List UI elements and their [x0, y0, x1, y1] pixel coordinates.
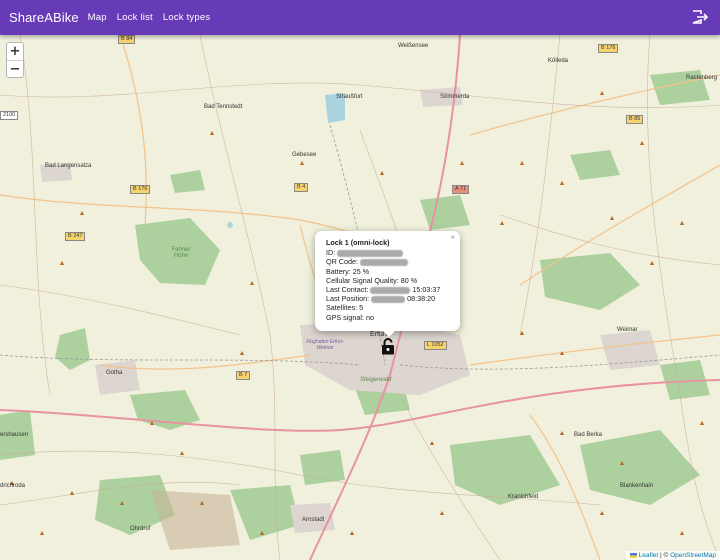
nav-lock-types[interactable]: Lock types — [163, 12, 210, 23]
popup-tip — [382, 330, 396, 337]
leaflet-flag-icon — [629, 552, 637, 558]
popup-signal: Cellular Signal Quality: 80 % — [326, 275, 418, 285]
popup-last-contact: Last Contact: 15:03:37 — [326, 285, 449, 294]
popup-qr-row: QR Code: — [326, 257, 449, 266]
redacted-date — [371, 295, 406, 303]
place-label: Bad Langensalza — [45, 163, 92, 169]
place-label: Kranichfeld — [508, 494, 539, 500]
nav-map[interactable]: Map — [88, 12, 107, 23]
redacted-date — [370, 286, 411, 294]
lock-open-icon[interactable] — [381, 338, 395, 355]
road-badge: B 176 — [130, 185, 151, 194]
osm-link[interactable]: OpenStreetMap — [670, 552, 716, 559]
place-label: Blankenhain — [620, 483, 654, 489]
last-position-label: Last Position: — [326, 294, 370, 304]
place-label: Gebesee — [292, 152, 317, 158]
road-badge: A 71 — [452, 185, 470, 194]
map-attribution: Leaflet | © OpenStreetMap — [625, 551, 720, 560]
zoom-out-button[interactable]: − — [7, 60, 23, 77]
place-label: Arnstadt — [302, 517, 325, 523]
road-badge: B 176 — [598, 44, 619, 53]
popup-battery: Battery: 25 % — [326, 266, 370, 276]
road-badge: L 1052 — [424, 341, 447, 350]
road-badge: B 7 — [236, 371, 251, 380]
zoom-in-button[interactable]: + — [7, 43, 23, 60]
nav-lock-list[interactable]: Lock list — [117, 12, 153, 23]
brand-title[interactable]: ShareABike — [9, 10, 79, 25]
place-label: Gotha — [106, 370, 123, 376]
app-bar: ShareABike Map Lock list Lock types — [0, 0, 720, 35]
popup-title: Lock 1 (omni-lock) — [326, 238, 390, 247]
place-label: Ohrdruf — [130, 526, 151, 532]
place-label: Bad Berka — [574, 432, 603, 438]
place-label: Sömmerda — [440, 94, 470, 100]
zoom-control: + − — [6, 42, 24, 78]
road-badge: B 4 — [294, 183, 309, 192]
last-contact-label: Last Contact: — [326, 285, 369, 295]
road-badge: B 84 — [118, 35, 136, 44]
popup-last-position: Last Position: 08:38:20 — [326, 294, 449, 303]
main-nav: Map Lock list Lock types — [88, 12, 221, 23]
place-label: Flughafen Erfurt-Weimar — [306, 339, 344, 351]
road-badge: 2100 — [0, 111, 19, 120]
road-badge: B 247 — [65, 232, 86, 241]
qr-label: QR Code: — [326, 257, 358, 267]
place-label: ershausen — [0, 432, 29, 438]
popup-satellites: Satellites: 5 — [326, 303, 364, 313]
logout-icon[interactable] — [692, 10, 708, 24]
leaflet-link[interactable]: Leaflet — [639, 552, 659, 559]
place-label: Kölleda — [548, 58, 569, 64]
place-label: Weißensee — [398, 43, 429, 49]
popup-id-row: ID: — [326, 248, 449, 257]
redacted-qr — [359, 259, 408, 266]
last-position-time: 08:38:20 — [407, 294, 436, 304]
lock-popup: × Lock 1 (omni-lock) ID: QR Code: Batter… — [315, 231, 460, 331]
popup-gps: GPS signal: no — [326, 312, 374, 322]
place-label: Straußfurt — [336, 94, 363, 100]
redacted-id — [337, 249, 404, 257]
place-label: Steigerwald — [360, 377, 392, 383]
place-label: drichroda — [0, 483, 26, 489]
id-label: ID: — [326, 248, 336, 258]
popup-close-button[interactable]: × — [450, 233, 455, 242]
place-label: Bad Tennstedt — [204, 104, 243, 110]
place-label: Weimar — [617, 327, 638, 333]
last-contact-time: 15:03:37 — [412, 285, 441, 295]
place-label: Rastenberg — [686, 75, 718, 81]
place-label: Fahner Höhe — [171, 247, 191, 259]
attribution-separator: | © — [658, 552, 671, 559]
road-badge: B 85 — [626, 115, 644, 124]
